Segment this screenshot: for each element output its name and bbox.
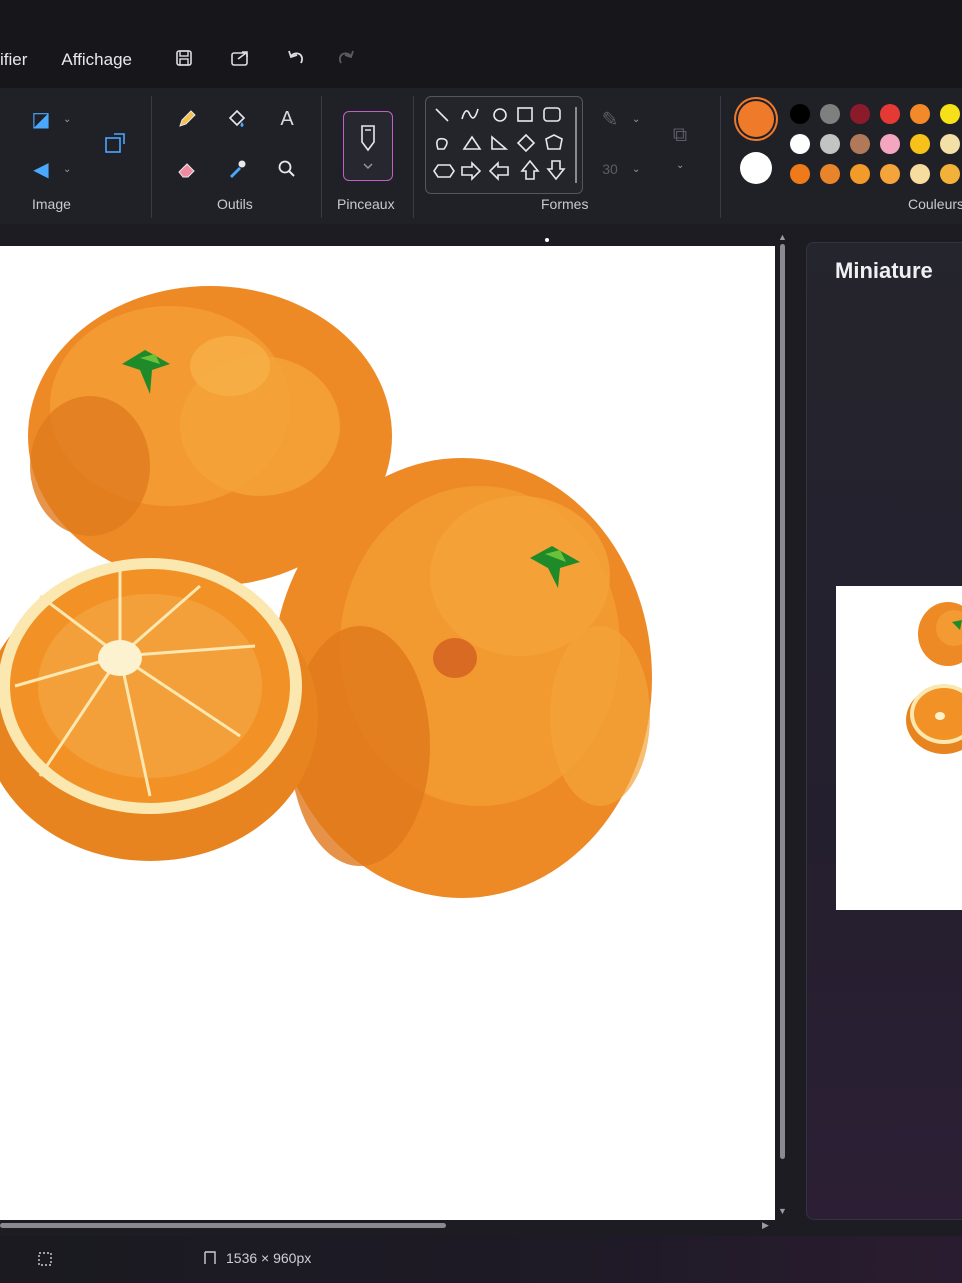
selection-icon <box>36 1250 54 1268</box>
divider <box>321 96 322 218</box>
group-label-shapes: Formes <box>541 196 589 212</box>
menu-affichage[interactable]: Affichage <box>61 50 132 70</box>
thumbnail-preview[interactable] <box>836 586 962 910</box>
palette-swatch[interactable] <box>940 164 960 184</box>
save-icon[interactable] <box>171 45 197 71</box>
palette-swatch[interactable] <box>940 104 960 124</box>
oranges-drawing <box>0 286 652 898</box>
group-label-brushes: Pinceaux <box>337 196 395 212</box>
text-icon[interactable]: A <box>272 104 302 134</box>
palette-swatch[interactable] <box>820 164 840 184</box>
horizontal-scrollbar[interactable] <box>0 1223 446 1228</box>
rotate-icon[interactable]: ◀ <box>26 154 56 184</box>
primary-color-swatch[interactable] <box>738 101 774 137</box>
brushes-button[interactable] <box>343 111 393 181</box>
palette-swatch[interactable] <box>910 104 930 124</box>
palette-swatch[interactable] <box>820 104 840 124</box>
shapes-gallery[interactable] <box>425 96 583 194</box>
outline-icon[interactable]: ✎ <box>595 104 625 134</box>
fill-icon[interactable] <box>222 104 252 134</box>
chevron-down-icon[interactable]: ⌄ <box>63 114 71 125</box>
palette-swatch[interactable] <box>790 104 810 124</box>
eraser-icon[interactable] <box>172 154 202 184</box>
stroke-size-icon[interactable]: 30 <box>595 154 625 184</box>
chevron-down-icon[interactable]: ⌄ <box>632 114 640 125</box>
pencil-icon[interactable] <box>172 104 202 134</box>
redo-icon[interactable] <box>333 45 359 71</box>
canvas-resize-handle[interactable] <box>545 238 549 242</box>
menu-bar: ifier Affichage <box>0 40 158 80</box>
color-picker-icon[interactable] <box>222 154 252 184</box>
group-label-tools: Outils <box>217 196 253 212</box>
thumbnail-title: Miniature <box>835 258 933 283</box>
canvas-size-status: 1536 × 960px <box>202 1250 311 1266</box>
fill-shape-icon[interactable]: ⧉ <box>665 120 695 150</box>
drawing-canvas[interactable] <box>0 246 775 1220</box>
group-label-colors: Couleurs <box>908 196 962 212</box>
chevron-down-icon[interactable]: ⌄ <box>676 160 684 171</box>
palette-swatch[interactable] <box>850 134 870 154</box>
palette-swatch[interactable] <box>910 164 930 184</box>
chevron-down-icon[interactable]: ⌄ <box>632 164 640 175</box>
palette-swatch[interactable] <box>880 104 900 124</box>
undo-icon[interactable] <box>283 45 309 71</box>
share-icon[interactable] <box>227 45 253 71</box>
palette-swatch[interactable] <box>880 134 900 154</box>
vertical-scrollbar[interactable] <box>780 244 785 1159</box>
scroll-right-icon[interactable]: ▶ <box>762 1220 769 1231</box>
menu-modifier[interactable]: ifier <box>0 50 27 70</box>
palette-swatch[interactable] <box>850 164 870 184</box>
resize-icon[interactable] <box>100 128 130 158</box>
palette-swatch[interactable] <box>910 134 930 154</box>
palette-swatch[interactable] <box>880 164 900 184</box>
palette-swatch[interactable] <box>850 104 870 124</box>
palette-swatch[interactable] <box>790 134 810 154</box>
canvas-dimensions: 1536 × 960px <box>226 1250 312 1266</box>
chevron-down-icon[interactable]: ⌄ <box>63 164 71 175</box>
group-label-image: Image <box>32 196 71 212</box>
divider <box>413 96 414 218</box>
divider <box>151 96 152 218</box>
canvas-size-icon <box>204 1251 216 1264</box>
palette-swatch[interactable] <box>940 134 960 154</box>
select-icon[interactable]: ◪ <box>26 104 56 134</box>
palette-swatch[interactable] <box>790 164 810 184</box>
magnifier-icon[interactable] <box>272 154 302 184</box>
divider <box>720 96 721 218</box>
scroll-up-icon[interactable]: ▲ <box>778 232 787 242</box>
scroll-down-icon[interactable]: ▼ <box>778 1206 787 1216</box>
palette-swatch[interactable] <box>820 134 840 154</box>
status-bar <box>0 1236 962 1283</box>
secondary-color-swatch[interactable] <box>740 152 772 184</box>
